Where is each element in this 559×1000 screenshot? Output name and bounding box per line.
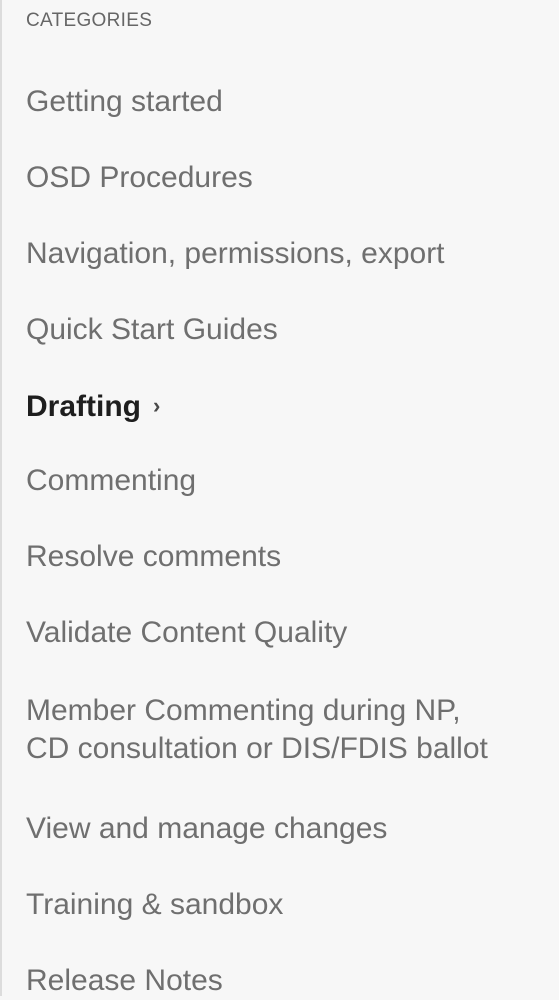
category-osd-procedures[interactable]: OSD Procedures	[26, 159, 253, 197]
categories-sidebar: CATEGORIES Getting started OSD Procedure…	[0, 0, 559, 997]
category-member-commenting-line1: Member Commenting during NP,	[26, 694, 461, 727]
category-commenting[interactable]: Commenting	[26, 462, 196, 500]
category-release-notes[interactable]: Release Notes	[26, 962, 223, 1000]
chevron-right-icon: ›	[153, 393, 161, 418]
category-view-manage-changes[interactable]: View and manage changes	[26, 810, 387, 848]
category-quick-start-guides[interactable]: Quick Start Guides	[26, 311, 278, 349]
category-getting-started[interactable]: Getting started	[26, 83, 223, 121]
category-member-commenting[interactable]: Member Commenting during NP, CD consulta…	[26, 692, 488, 768]
category-drafting[interactable]: Drafting ›	[26, 387, 160, 426]
category-validate-content-quality[interactable]: Validate Content Quality	[26, 614, 347, 652]
category-training-sandbox[interactable]: Training & sandbox	[26, 886, 283, 924]
category-resolve-comments[interactable]: Resolve comments	[26, 538, 281, 576]
category-drafting-label: Drafting	[26, 390, 141, 423]
category-navigation-permissions-export[interactable]: Navigation, permissions, export	[26, 235, 445, 273]
category-member-commenting-line2: CD consultation or DIS/FDIS ballot	[26, 732, 488, 765]
categories-heading: CATEGORIES	[26, 10, 153, 31]
sidebar-border	[0, 0, 2, 996]
